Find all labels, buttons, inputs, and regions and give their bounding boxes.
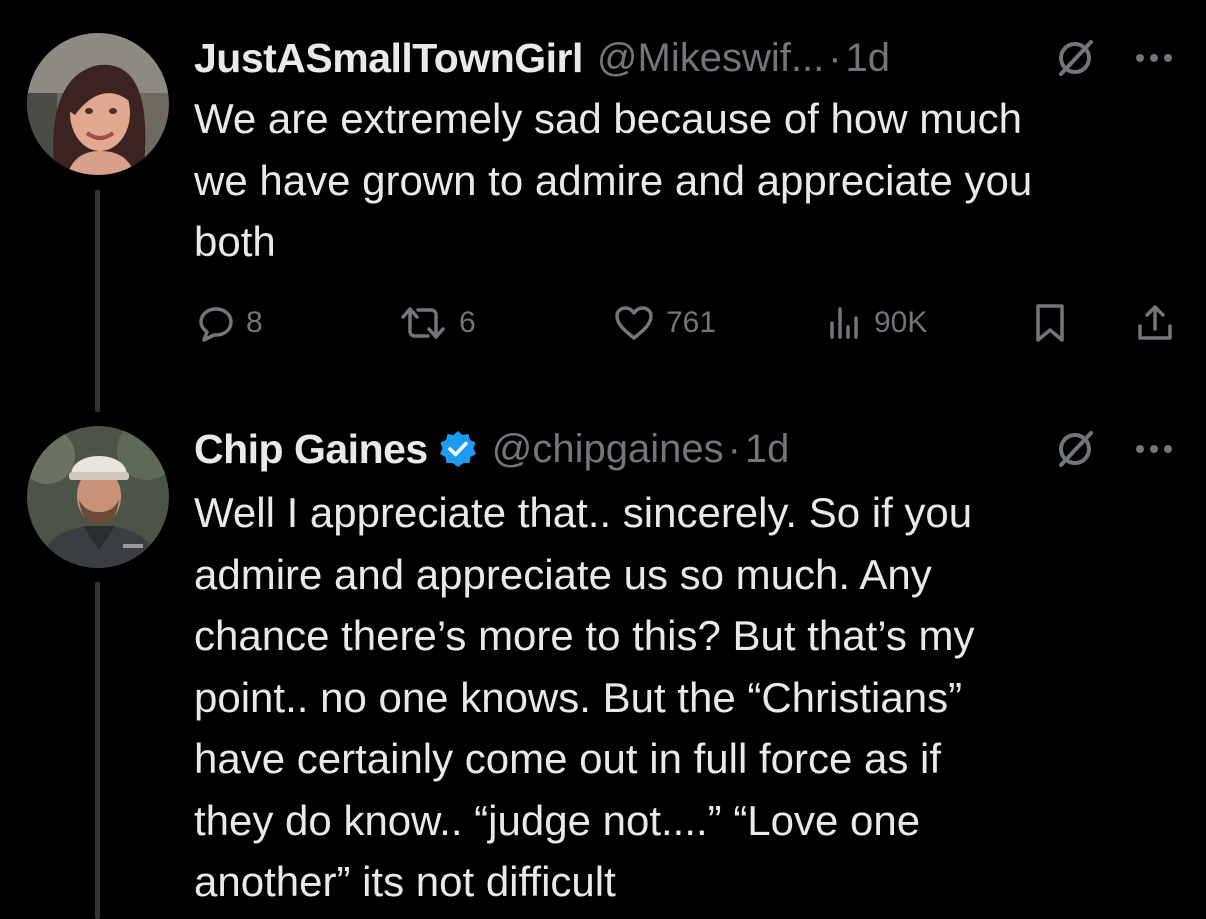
views-count: 90K: [874, 306, 928, 339]
thread-connector-line: [95, 582, 100, 919]
tweet-header: JustASmallTownGirl @Mikeswif... · 1d: [194, 32, 1176, 84]
bookmark-button[interactable]: [1030, 300, 1070, 346]
reply-button[interactable]: 8: [196, 300, 263, 346]
tweet-actions-bar: 8 6 761 90K: [194, 300, 1176, 346]
grok-icon[interactable]: [1052, 426, 1098, 472]
header-actions: [1052, 32, 1176, 84]
share-icon: [1138, 305, 1172, 340]
display-name[interactable]: JustASmallTownGirl: [194, 35, 583, 82]
header-actions: [1052, 423, 1176, 475]
avatar[interactable]: [27, 33, 169, 175]
like-count: 761: [666, 306, 717, 339]
tweet[interactable]: Chip Gaines @chipgaines · 1d Well I appr…: [0, 420, 1206, 919]
views-icon: [830, 307, 858, 339]
like-button[interactable]: 761: [612, 300, 716, 346]
reply-count: 8: [246, 306, 263, 339]
user-handle[interactable]: @Mikeswif...: [597, 36, 824, 81]
more-options-icon[interactable]: [1132, 36, 1176, 80]
tweet-text: We are extremely sad because of how much…: [194, 95, 1033, 265]
retweet-button[interactable]: 6: [397, 300, 476, 346]
separator-dot: ·: [727, 426, 741, 471]
separator-dot: ·: [828, 35, 842, 80]
views-button[interactable]: 90K: [824, 300, 927, 346]
grok-icon[interactable]: [1052, 35, 1098, 81]
tweet-header: Chip Gaines @chipgaines · 1d: [194, 423, 1176, 475]
conversation-thread: JustASmallTownGirl @Mikeswif... · 1d We …: [0, 0, 1206, 919]
verified-badge-icon[interactable]: [438, 429, 478, 469]
retweet-count: 6: [459, 306, 476, 339]
avatar[interactable]: [27, 426, 169, 568]
share-button[interactable]: [1134, 300, 1176, 346]
more-options-icon[interactable]: [1132, 427, 1176, 471]
reply-icon: [199, 307, 233, 342]
avatar-image: [27, 426, 169, 568]
like-icon: [615, 306, 653, 340]
timestamp[interactable]: 1d: [846, 36, 891, 81]
display-name[interactable]: Chip Gaines: [194, 426, 428, 473]
bookmark-icon: [1036, 304, 1064, 342]
tweet[interactable]: JustASmallTownGirl @Mikeswif... · 1d We …: [0, 0, 1206, 420]
thread-connector-line: [95, 190, 100, 412]
timestamp[interactable]: 1d: [745, 427, 790, 472]
retweet-icon: [401, 307, 445, 339]
user-handle[interactable]: @chipgaines: [492, 427, 724, 472]
tweet-text: Well I appreciate that.. sincerely. So i…: [194, 489, 975, 905]
avatar-image: [27, 33, 169, 175]
